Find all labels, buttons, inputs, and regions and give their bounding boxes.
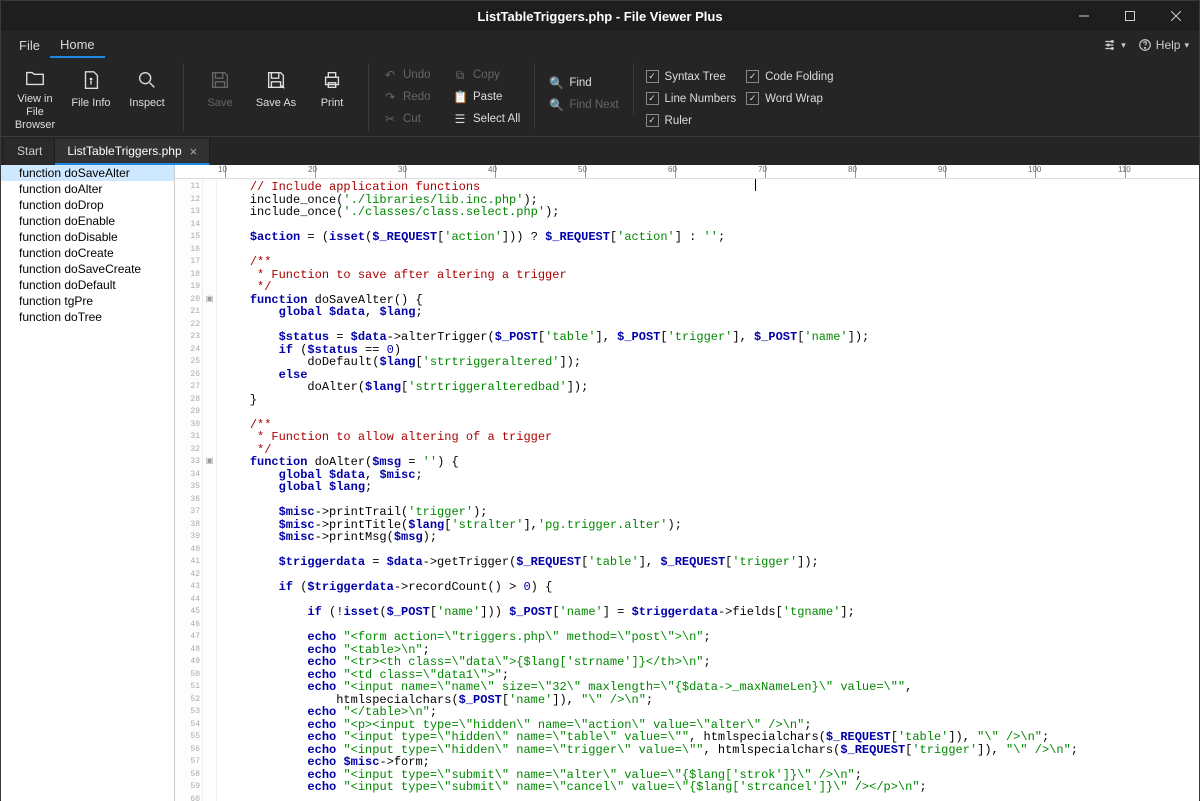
- inspect-button[interactable]: Inspect: [119, 63, 175, 131]
- word-wrap-check[interactable]: ✓ Word Wrap: [746, 89, 833, 108]
- outline-item[interactable]: function doDisable: [1, 229, 174, 245]
- outline-item[interactable]: function doSaveCreate: [1, 261, 174, 277]
- code-viewport[interactable]: 1112131415161718192021222324252627282930…: [175, 179, 1199, 801]
- cut-icon: ✂: [383, 112, 397, 126]
- column-ruler: 1020304050607080901001101201301401501601…: [175, 165, 1199, 179]
- file-info-button[interactable]: File Info: [63, 63, 119, 131]
- tab-start[interactable]: Start: [5, 139, 55, 165]
- checkbox-icon: ✓: [646, 114, 659, 127]
- print-button[interactable]: Print: [304, 63, 360, 131]
- save-icon: [207, 67, 233, 93]
- tab-file-1[interactable]: ListTableTriggers.php ×: [55, 139, 210, 165]
- folder-icon: [22, 67, 48, 89]
- outline-item[interactable]: function doSaveAlter: [1, 165, 174, 181]
- line-number-gutter: 1112131415161718192021222324252627282930…: [175, 179, 203, 801]
- view-in-browser-button[interactable]: View in File Browser: [7, 63, 63, 131]
- checkbox-icon: ✓: [646, 92, 659, 105]
- redo-icon: ↷: [383, 90, 397, 104]
- fold-column[interactable]: ▣▣: [203, 179, 217, 801]
- line-numbers-check[interactable]: ✓ Line Numbers: [646, 89, 737, 108]
- code-folding-check[interactable]: ✓ Code Folding: [746, 67, 833, 86]
- find-next-icon: 🔍: [549, 98, 563, 112]
- find-next-button: 🔍 Find Next: [543, 95, 624, 115]
- outline-item[interactable]: function doEnable: [1, 213, 174, 229]
- checkbox-icon: ✓: [646, 70, 659, 83]
- copy-button: ⧉ Copy: [447, 65, 526, 85]
- select-all-icon: ☰: [453, 112, 467, 126]
- minimize-button[interactable]: [1061, 1, 1107, 31]
- ruler-check[interactable]: ✓ Ruler: [646, 111, 737, 130]
- save-as-button[interactable]: Save As: [248, 63, 304, 131]
- undo-icon: ↶: [383, 68, 397, 82]
- checkbox-icon: ✓: [746, 70, 759, 83]
- inspect-icon: [134, 67, 160, 93]
- redo-button: ↷ Redo: [377, 87, 447, 107]
- paste-button[interactable]: 📋 Paste: [447, 87, 526, 107]
- main-area: function doSaveAlterfunction doAlterfunc…: [1, 165, 1199, 801]
- source-code[interactable]: // Include application functions include…: [217, 179, 1199, 801]
- menu-home[interactable]: Home: [50, 33, 105, 58]
- find-button[interactable]: 🔍 Find: [543, 73, 624, 93]
- outline-item[interactable]: function doAlter: [1, 181, 174, 197]
- outline-item[interactable]: function doTree: [1, 309, 174, 325]
- function-outline[interactable]: function doSaveAlterfunction doAlterfunc…: [1, 165, 175, 801]
- menu-bar: File Home ▾ Help ▾: [1, 31, 1199, 59]
- close-tab-icon[interactable]: ×: [190, 144, 198, 159]
- cut-button: ✂ Cut: [377, 109, 447, 129]
- outline-item[interactable]: function doDefault: [1, 277, 174, 293]
- undo-button: ↶ Undo: [377, 65, 447, 85]
- help-button[interactable]: Help ▾: [1138, 38, 1189, 52]
- close-window-button[interactable]: [1153, 1, 1199, 31]
- window-controls: [1061, 1, 1199, 31]
- checkbox-icon: ✓: [746, 92, 759, 105]
- window-title: ListTableTriggers.php - File Viewer Plus: [477, 9, 722, 24]
- ribbon: View in File Browser File Info Inspect S…: [1, 59, 1199, 137]
- select-all-button[interactable]: ☰ Select All: [447, 109, 526, 129]
- editor-area: 1020304050607080901001101201301401501601…: [175, 165, 1199, 801]
- save-as-icon: [263, 67, 289, 93]
- outline-item[interactable]: function doDrop: [1, 197, 174, 213]
- file-info-icon: [78, 67, 104, 93]
- text-cursor: [755, 179, 756, 191]
- outline-item[interactable]: function doCreate: [1, 245, 174, 261]
- outline-item[interactable]: function tgPre: [1, 293, 174, 309]
- syntax-tree-check[interactable]: ✓ Syntax Tree: [646, 67, 737, 86]
- find-icon: 🔍: [549, 76, 563, 90]
- copy-icon: ⧉: [453, 68, 467, 83]
- maximize-button[interactable]: [1107, 1, 1153, 31]
- settings-button[interactable]: ▾: [1103, 38, 1126, 52]
- menu-file[interactable]: File: [9, 34, 50, 57]
- titlebar: ListTableTriggers.php - File Viewer Plus: [1, 1, 1199, 31]
- paste-icon: 📋: [453, 90, 467, 104]
- save-button: Save: [192, 63, 248, 131]
- help-label: Help: [1156, 38, 1181, 52]
- document-tabs: Start ListTableTriggers.php ×: [1, 137, 1199, 165]
- print-icon: [319, 67, 345, 93]
